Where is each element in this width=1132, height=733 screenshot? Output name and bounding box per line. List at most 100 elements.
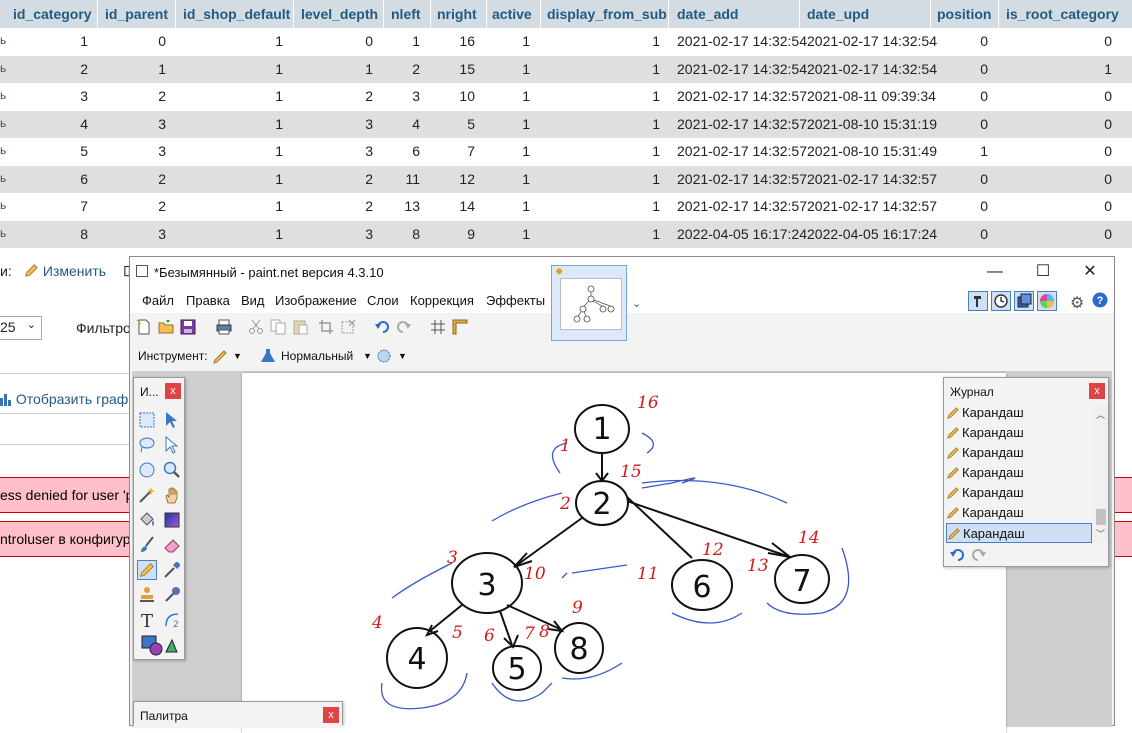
history-panel-header[interactable]: Журнал x bbox=[944, 378, 1108, 404]
deselect-icon[interactable] bbox=[340, 319, 356, 335]
cut-icon[interactable] bbox=[248, 319, 264, 335]
pan-hand-icon[interactable] bbox=[162, 485, 182, 505]
move-selection-icon[interactable] bbox=[162, 435, 182, 455]
save-icon[interactable] bbox=[180, 319, 196, 335]
menu-image[interactable]: Изображение bbox=[275, 293, 357, 308]
tabs-overflow-chevron-icon[interactable]: ⌄ bbox=[632, 297, 641, 310]
col-date-add[interactable]: date_add bbox=[677, 6, 738, 22]
menu-file[interactable]: Файл bbox=[142, 293, 174, 308]
tools-toggle-button[interactable] bbox=[968, 291, 988, 311]
lasso-select-icon[interactable] bbox=[137, 435, 157, 455]
history-item[interactable]: Карандаш bbox=[946, 483, 1092, 503]
ellipse-select-icon[interactable] bbox=[137, 460, 157, 480]
table-row[interactable]: ь 2 1 1 1 2 15 1 1 2021-02-17 14:32:54 2021-02-17 … bbox=[0, 55, 1132, 83]
col-id-parent[interactable]: id_parent bbox=[105, 6, 168, 22]
chevron-down-icon[interactable]: ▼ bbox=[363, 351, 372, 361]
col-position[interactable]: position bbox=[937, 6, 991, 22]
row-edit-icon[interactable]: ь bbox=[0, 116, 6, 130]
table-row[interactable]: ь 5 3 1 3 6 7 1 1 2021-02-17 14:32:57 2021-08-10 1… bbox=[0, 138, 1132, 166]
zoom-icon[interactable] bbox=[162, 460, 182, 480]
col-date-upd[interactable]: date_upd bbox=[807, 6, 869, 22]
crop-icon[interactable] bbox=[318, 319, 334, 335]
rows-per-page-select[interactable]: 25 ⌄ bbox=[0, 316, 42, 340]
eraser-icon[interactable] bbox=[162, 535, 182, 555]
table-row[interactable]: ь 4 3 1 3 4 5 1 1 2021-02-17 14:32:57 2021-08-10 1… bbox=[0, 110, 1132, 138]
display-chart-link[interactable]: Отобразить графи bbox=[0, 391, 136, 407]
pencil-tool-icon[interactable] bbox=[212, 349, 228, 365]
maximize-button[interactable]: ☐ bbox=[1028, 261, 1058, 283]
row-edit-icon[interactable]: ь bbox=[0, 198, 6, 212]
row-edit-icon[interactable]: ь bbox=[0, 143, 6, 157]
menu-effects[interactable]: Эффекты bbox=[486, 293, 545, 308]
gradient-icon[interactable] bbox=[162, 510, 182, 530]
magic-wand-icon[interactable] bbox=[137, 485, 157, 505]
redo-icon[interactable] bbox=[396, 319, 412, 335]
chevron-up-icon[interactable]: ︿ bbox=[1096, 408, 1105, 421]
history-item[interactable]: Карандаш bbox=[946, 503, 1092, 523]
print-icon[interactable] bbox=[216, 319, 232, 335]
ruler-icon[interactable] bbox=[452, 319, 468, 335]
tools-panel-header[interactable]: И... x bbox=[134, 378, 184, 404]
col-display-from-sub[interactable]: display_from_sub bbox=[547, 6, 667, 22]
row-edit-icon[interactable]: ь bbox=[0, 61, 6, 75]
close-history-panel-button[interactable]: x bbox=[1089, 383, 1105, 399]
history-toggle-button[interactable] bbox=[991, 291, 1011, 311]
palette-panel-header[interactable]: Палитра x bbox=[134, 702, 342, 728]
paste-icon[interactable] bbox=[292, 319, 308, 335]
colors-toggle-button[interactable] bbox=[1037, 291, 1057, 311]
history-item[interactable]: Карандаш bbox=[946, 423, 1092, 443]
row-edit-icon[interactable]: ь bbox=[0, 88, 6, 102]
row-edit-icon[interactable]: ь bbox=[0, 33, 6, 47]
col-is-root-category[interactable]: is_root_category bbox=[1006, 6, 1119, 22]
shapes-icon[interactable] bbox=[140, 634, 178, 656]
col-id-shop-default[interactable]: id_shop_default bbox=[183, 6, 290, 22]
table-row[interactable]: ь 1 0 1 0 1 16 1 1 2021-02-17 14:32:54 2021-02-17 … bbox=[0, 28, 1132, 56]
clone-stamp-icon[interactable] bbox=[137, 585, 157, 605]
chevron-down-icon[interactable]: ﹀ bbox=[1096, 527, 1105, 540]
row-edit-icon[interactable]: ь bbox=[0, 171, 6, 185]
menu-edit[interactable]: Правка bbox=[186, 293, 230, 308]
undo-icon[interactable] bbox=[374, 319, 390, 335]
history-scrollbar[interactable]: ︿ ﹀ bbox=[1094, 406, 1108, 542]
col-nright[interactable]: nright bbox=[437, 6, 477, 22]
move-selected-icon[interactable] bbox=[162, 410, 182, 430]
undo-icon[interactable] bbox=[949, 548, 965, 562]
col-nleft[interactable]: nleft bbox=[391, 6, 421, 22]
image-tab-thumbnail[interactable]: ✸ bbox=[551, 265, 627, 341]
color-picker-icon[interactable] bbox=[162, 560, 182, 580]
copy-icon[interactable] bbox=[270, 319, 286, 335]
col-id-category[interactable]: id_category bbox=[13, 6, 92, 22]
table-row[interactable]: ь 3 2 1 2 3 10 1 1 2021-02-17 14:32:57 2021-08-11 … bbox=[0, 83, 1132, 111]
settings-gear-icon[interactable]: ⚙ bbox=[1070, 293, 1084, 313]
history-item[interactable]: Карандаш bbox=[946, 463, 1092, 483]
blend-mode-value[interactable]: Нормальный bbox=[281, 349, 353, 363]
table-row[interactable]: ь 6 2 1 2 11 12 1 1 2021-02-17 14:32:57 2021-02-17… bbox=[0, 165, 1132, 193]
antialiasing-icon[interactable] bbox=[376, 348, 392, 364]
close-window-button[interactable]: ✕ bbox=[1075, 261, 1105, 283]
menu-adjustments[interactable]: Коррекция bbox=[410, 293, 474, 308]
history-item[interactable]: Карандаш bbox=[946, 443, 1092, 463]
layers-toggle-button[interactable] bbox=[1014, 291, 1034, 311]
close-tools-panel-button[interactable]: x bbox=[165, 383, 181, 399]
history-item-selected[interactable]: Карандаш bbox=[946, 523, 1092, 543]
minimize-button[interactable]: — bbox=[980, 261, 1010, 283]
table-row[interactable]: ь 7 2 1 2 13 14 1 1 2021-02-17 14:32:57 2021-02-17… bbox=[0, 193, 1132, 221]
edit-link[interactable]: Изменить bbox=[24, 263, 106, 279]
help-icon[interactable]: ? bbox=[1092, 292, 1108, 313]
row-edit-icon[interactable]: ь bbox=[0, 226, 6, 240]
line-curve-icon[interactable]: 2 bbox=[162, 610, 182, 630]
drawing-canvas[interactable]: 1 2 3 4 5 6 7 8 16 1 15 2 12 14 3 10 11 … bbox=[242, 373, 1006, 733]
chevron-down-icon[interactable]: ▼ bbox=[233, 351, 242, 361]
chevron-down-icon[interactable]: ▼ bbox=[398, 351, 407, 361]
pencil-tool-button[interactable] bbox=[137, 560, 157, 580]
scrollbar-thumb[interactable] bbox=[1096, 509, 1106, 525]
menu-layers[interactable]: Слои bbox=[367, 293, 399, 308]
rectangle-select-icon[interactable] bbox=[137, 410, 157, 430]
new-file-icon[interactable] bbox=[136, 319, 152, 335]
history-item[interactable]: Карандаш bbox=[946, 403, 1092, 423]
menu-view[interactable]: Вид bbox=[241, 293, 265, 308]
table-row[interactable]: ь 8 3 1 3 8 9 1 1 2022-04-05 16:17:24 2022-04-05 1… bbox=[0, 220, 1132, 248]
redo-icon[interactable] bbox=[971, 548, 987, 562]
grid-icon[interactable] bbox=[430, 319, 446, 335]
col-active[interactable]: active bbox=[492, 6, 532, 22]
